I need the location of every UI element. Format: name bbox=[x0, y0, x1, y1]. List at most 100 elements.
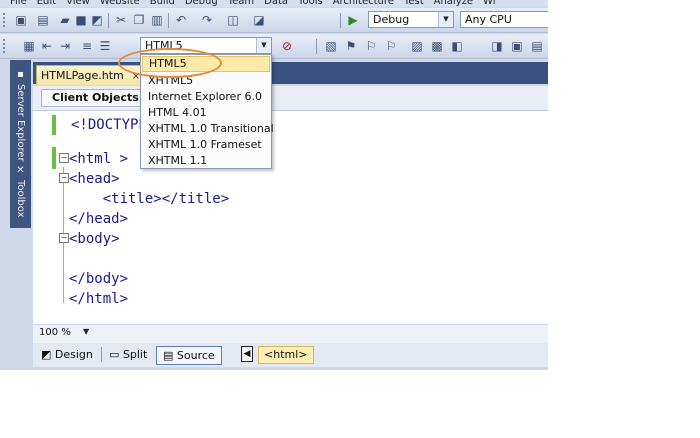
menu-build[interactable]: Build bbox=[150, 0, 175, 8]
view-separator bbox=[101, 347, 102, 362]
schema-option-xhtml10-frameset[interactable]: XHTML 1.0 Frameset bbox=[141, 137, 271, 153]
uncomment-icon[interactable]: ☰ bbox=[98, 39, 112, 53]
collapse-icon[interactable]: − bbox=[59, 173, 69, 183]
client-objects-combo[interactable]: Client Objects & Events bbox=[41, 89, 145, 107]
collapse-icon[interactable]: − bbox=[59, 233, 69, 243]
validation-icon[interactable]: ⊘ bbox=[280, 39, 294, 53]
server-explorer-tab[interactable]: Server Explorer bbox=[13, 84, 28, 174]
code-line: <body> bbox=[69, 231, 120, 247]
schema-option-ie6[interactable]: Internet Explorer 6.0 bbox=[141, 89, 271, 105]
chevron-down-icon[interactable]: ▼ bbox=[438, 12, 453, 27]
schema-option-xhtml11[interactable]: XHTML 1.1 bbox=[141, 153, 271, 169]
chevron-down-icon[interactable]: ▼ bbox=[256, 38, 271, 53]
properties-icon[interactable]: ◨ bbox=[490, 39, 504, 53]
view-switcher-bar: ◩ Design ▭ Split ▤ Source ◀ <html> bbox=[33, 343, 548, 367]
navigate-backward-icon[interactable]: ◫ bbox=[226, 13, 240, 27]
menu-view[interactable]: View bbox=[66, 0, 90, 8]
save-icon[interactable]: ■ bbox=[74, 13, 88, 27]
next-bookmark-icon[interactable]: ⚐ bbox=[364, 39, 378, 53]
highlight-ellipse bbox=[118, 48, 222, 78]
menu-data[interactable]: Data bbox=[264, 0, 288, 8]
collapse-icon[interactable]: − bbox=[59, 153, 69, 163]
redo-icon[interactable]: ↷ bbox=[200, 13, 214, 27]
bookmark-window-icon[interactable]: ◧ bbox=[450, 39, 464, 53]
toolbox-icon[interactable]: ✕ bbox=[14, 164, 27, 177]
undo-icon[interactable]: ↶ bbox=[174, 13, 188, 27]
design-view-button[interactable]: ◩ Design bbox=[41, 346, 93, 363]
source-view-button[interactable]: ▤ Source bbox=[156, 346, 222, 365]
previous-tag-icon[interactable]: ◀ bbox=[241, 346, 253, 362]
code-line: </body> bbox=[69, 271, 129, 287]
comment-icon[interactable]: ≡ bbox=[80, 39, 94, 53]
add-item-icon[interactable]: ▤ bbox=[36, 13, 50, 27]
split-view-label: Split bbox=[122, 348, 148, 361]
design-icon: ◩ bbox=[41, 348, 52, 361]
change-indicator bbox=[52, 147, 56, 169]
toolbar-separator bbox=[316, 39, 317, 54]
menu-edit[interactable]: Edit bbox=[37, 0, 56, 8]
format-document-icon[interactable]: ▦ bbox=[22, 39, 36, 53]
toolbox-tab[interactable]: Toolbox bbox=[13, 180, 28, 228]
copy-icon[interactable]: ❐ bbox=[132, 13, 146, 27]
navigation-bar: Client Objects & Events bbox=[33, 86, 548, 111]
clear-bookmarks-icon[interactable]: ▨ bbox=[410, 39, 424, 53]
toolbar-grip[interactable] bbox=[3, 13, 7, 27]
previous-bookmark-icon[interactable]: ⚐ bbox=[384, 39, 398, 53]
new-project-icon[interactable]: ▣ bbox=[14, 13, 28, 27]
menu-test[interactable]: Test bbox=[404, 0, 424, 8]
paste-icon[interactable]: ▥ bbox=[150, 13, 164, 27]
split-view-button[interactable]: ▭ Split bbox=[109, 346, 147, 363]
solution-platform-combo[interactable]: Any CPU bbox=[460, 11, 548, 28]
html-source-toolbar: ▦ ⇤ ⇥ ≡ ☰ HTML5 ▼ ⊘ ▧ ⚑ ⚐ ⚐ ▨ ▩ ◧ ◨ ▣ ▤ bbox=[0, 34, 548, 59]
object-browser-icon[interactable]: ▣ bbox=[510, 39, 524, 53]
menu-analyze[interactable]: Analyze bbox=[434, 0, 473, 8]
code-editor[interactable]: − − − <!DOCTYPE html> <html > <head> <ti… bbox=[33, 111, 548, 324]
open-folder-icon[interactable]: ▰ bbox=[58, 13, 72, 27]
split-icon: ▭ bbox=[109, 348, 120, 361]
check-accessibility-icon[interactable]: ▧ bbox=[324, 39, 338, 53]
change-indicator bbox=[52, 115, 56, 135]
outdent-icon[interactable]: ⇥ bbox=[58, 39, 72, 53]
code-line: <title></title> bbox=[69, 191, 230, 207]
menu-bar: File Edit View Website Build Debug Team Data Too… bbox=[0, 0, 548, 7]
menu-architecture[interactable]: Architecture bbox=[333, 0, 394, 8]
toolbar-separator bbox=[108, 13, 109, 28]
menu-file[interactable]: File bbox=[10, 0, 27, 8]
menu-website[interactable]: Website bbox=[100, 0, 140, 8]
cut-icon[interactable]: ✂ bbox=[114, 13, 128, 27]
configuration-value: Debug bbox=[373, 13, 410, 26]
platform-value: Any CPU bbox=[465, 13, 512, 26]
side-panel: ▪ Server Explorer ✕ Toolbox bbox=[10, 60, 31, 228]
code-line: <html > bbox=[69, 151, 129, 167]
source-view-label: Source bbox=[176, 349, 215, 362]
schema-option-xhtml10-transitional[interactable]: XHTML 1.0 Transitional bbox=[141, 121, 274, 137]
code-line: <head> bbox=[69, 171, 120, 187]
bookmark-icon[interactable]: ⚑ bbox=[344, 39, 358, 53]
server-explorer-icon[interactable]: ▪ bbox=[14, 68, 27, 81]
navigate-forward-icon[interactable]: ◪ bbox=[252, 13, 266, 27]
toolbox-icon[interactable]: ▤ bbox=[530, 39, 544, 53]
code-line: </html> bbox=[69, 291, 129, 307]
toggle-bookmark-icon[interactable]: ▩ bbox=[430, 39, 444, 53]
document-tab-label: HTMLPage.htm bbox=[41, 69, 124, 82]
save-all-icon[interactable]: ◩ bbox=[90, 13, 104, 27]
menu-team[interactable]: Team bbox=[228, 0, 254, 8]
solution-configuration-combo[interactable]: Debug ▼ bbox=[368, 11, 454, 28]
chevron-down-icon[interactable]: ▼ bbox=[83, 327, 89, 336]
standard-toolbar: ▣ ▤ ▰ ■ ◩ ✂ ❐ ▥ ↶ ↷ ◫ ◪ ▶ Debug ▼ Any CP… bbox=[0, 8, 548, 33]
zoom-level[interactable]: 100 % bbox=[39, 327, 71, 338]
toolbar-separator bbox=[340, 13, 341, 28]
start-debugging-icon[interactable]: ▶ bbox=[346, 13, 360, 27]
toolbar-separator bbox=[168, 13, 169, 28]
menu-window[interactable]: Wi bbox=[483, 0, 495, 8]
menu-tools[interactable]: Tools bbox=[298, 0, 323, 8]
menu-debug[interactable]: Debug bbox=[185, 0, 218, 8]
code-line: </head> bbox=[69, 211, 129, 227]
tag-breadcrumb[interactable]: <html> bbox=[258, 346, 314, 364]
design-view-label: Design bbox=[54, 348, 93, 361]
zoom-row: 100 % ▼ bbox=[33, 325, 548, 343]
indent-icon[interactable]: ⇤ bbox=[40, 39, 54, 53]
toolbar-grip[interactable] bbox=[3, 39, 7, 53]
visual-studio-window: File Edit View Website Build Debug Team Data Too… bbox=[0, 0, 548, 370]
schema-option-html401[interactable]: HTML 4.01 bbox=[141, 105, 271, 121]
